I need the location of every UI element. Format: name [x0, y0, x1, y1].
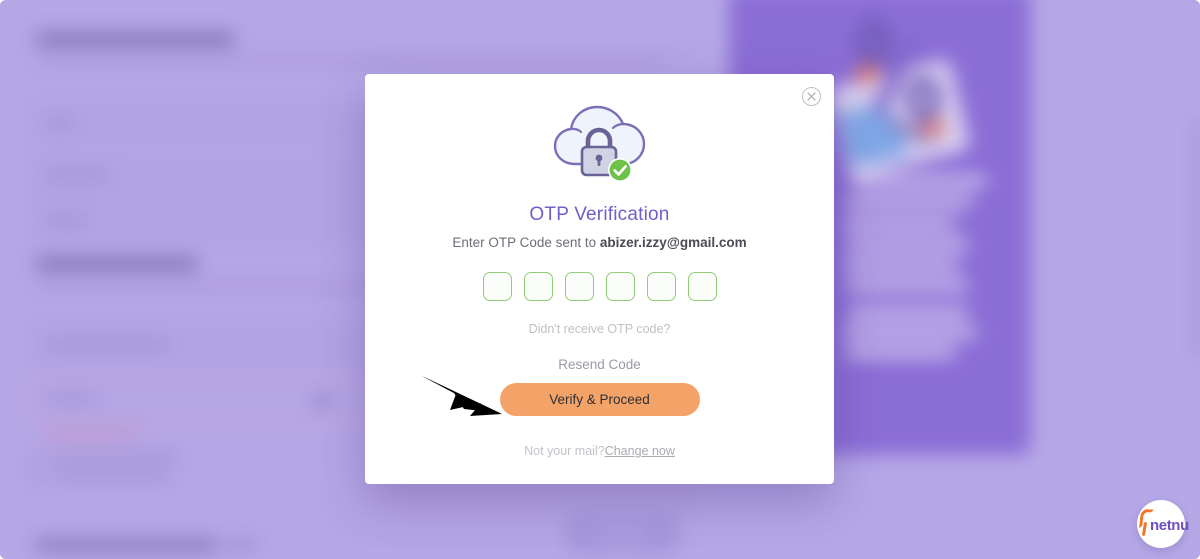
background-promo-text-line — [843, 327, 977, 338]
recipient-email: abizer.izzy@gmail.com — [599, 235, 747, 250]
dialog-subtitle: Enter OTP Code sent to abizer.izzy@gmail… — [452, 235, 746, 250]
background-promo-text-line — [845, 281, 969, 291]
background-input-label-name — [46, 118, 76, 128]
background-password-error-message — [42, 430, 139, 439]
netnu-wordmark: netnu — [1150, 517, 1189, 534]
background-checkbox-2 — [34, 471, 45, 482]
close-icon[interactable] — [802, 87, 821, 106]
background-input-name — [32, 103, 376, 145]
otp-digit-1[interactable] — [482, 272, 512, 301]
background-section-subtext-personal — [36, 57, 666, 65]
otp-digit-3[interactable] — [564, 272, 594, 301]
resend-code-button[interactable]: Resend Code — [558, 357, 641, 372]
otp-verification-dialog: OTP Verification Enter OTP Code sent to … — [365, 74, 834, 484]
background-promo-text-line — [845, 196, 973, 207]
cloud-lock-icon — [553, 105, 645, 182]
otp-input-group — [482, 272, 717, 301]
netnu-logo-mark: netnu — [1138, 508, 1189, 539]
subtitle-prefix: Enter OTP Code sent to — [452, 235, 600, 250]
eye-icon — [312, 395, 329, 406]
otp-digit-2[interactable] — [523, 272, 553, 301]
change-mail-prefix: Not your mail? — [524, 444, 605, 458]
change-mail-row: Not your mail?Change now — [524, 444, 675, 458]
background-section-heading-personal — [36, 32, 234, 47]
background-checkbox-1 — [34, 451, 45, 463]
page-title: OTP Verification — [529, 204, 670, 225]
background-input-label-country — [46, 216, 87, 225]
netnu-logo[interactable]: netnu — [1137, 500, 1189, 548]
page-scrollbar-thumb[interactable] — [1194, 117, 1200, 357]
change-mail-link[interactable]: Change now — [605, 444, 675, 458]
background-already-account-note — [35, 540, 218, 551]
otp-digit-6[interactable] — [687, 272, 717, 301]
dialog-content: OTP Verification Enter OTP Code sent to … — [365, 74, 834, 458]
background-submit-label — [600, 529, 644, 538]
didnt-receive-otp-text: Didn't receive OTP code? — [528, 322, 671, 336]
app-window: OTP Verification Enter OTP Code sent to … — [0, 0, 1200, 559]
background-input-label-phone — [46, 170, 110, 180]
background-promo-text-line — [851, 176, 987, 186]
verify-and-proceed-button[interactable]: Verify & Proceed — [499, 383, 700, 416]
background-signin-link — [225, 541, 257, 551]
background-checkbox-label-2 — [52, 471, 170, 481]
background-promo-text-line — [847, 308, 969, 318]
background-section-heading-login — [36, 257, 198, 271]
background-promo-text-line — [845, 347, 956, 357]
background-promo-text-line — [843, 218, 956, 229]
otp-digit-4[interactable] — [605, 272, 635, 301]
background-checkbox-label-1 — [52, 451, 178, 461]
background-input-label-email — [46, 340, 170, 349]
background-promo-text-line — [843, 260, 960, 270]
background-input-label-password — [46, 394, 97, 403]
promo-illustration-icon — [827, 12, 978, 180]
otp-digit-5[interactable] — [646, 272, 676, 301]
background-promo-text-line — [845, 239, 969, 249]
